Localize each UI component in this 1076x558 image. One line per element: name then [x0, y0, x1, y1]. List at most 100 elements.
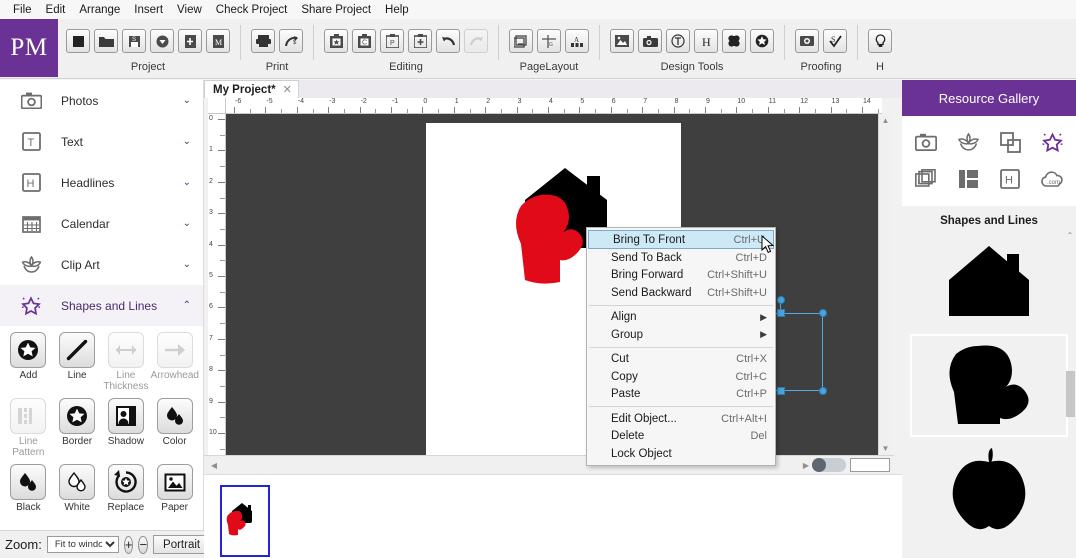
- orientation-button[interactable]: Portrait: [153, 535, 211, 554]
- chevron-down-icon[interactable]: ⌄: [183, 259, 191, 270]
- merge-page-button[interactable]: M: [206, 29, 230, 53]
- handle-bottom-right[interactable]: [819, 387, 827, 395]
- preview-button[interactable]: [795, 29, 819, 53]
- tool-white[interactable]: White: [53, 464, 102, 513]
- view-mode-toggle[interactable]: [812, 458, 846, 472]
- open-project-button[interactable]: [94, 29, 118, 53]
- gallery-scrollbar[interactable]: ⌃ ⌄: [1064, 231, 1076, 558]
- red-mitten-object[interactable]: [511, 192, 589, 288]
- menu-help[interactable]: Help: [378, 3, 416, 17]
- guides-button[interactable]: G: [537, 29, 561, 53]
- scroll-left-icon[interactable]: ◀: [208, 461, 220, 470]
- vertical-ruler[interactable]: 01234567891011: [208, 114, 226, 500]
- context-menu-item-cut[interactable]: Cut Ctrl+X: [587, 351, 775, 369]
- horizontal-ruler[interactable]: -6-5-4-3-2-10123456789101112131415: [226, 98, 882, 114]
- handle-top-right[interactable]: [819, 309, 827, 317]
- context-menu-item-bring-to-front[interactable]: Bring To Front Ctrl+U: [588, 230, 774, 249]
- sidebar-item-text[interactable]: T Text ⌄: [0, 121, 203, 162]
- redo-button[interactable]: [464, 29, 488, 53]
- tool-arrowhead[interactable]: Arrowhead: [150, 332, 199, 392]
- new-project-button[interactable]: [66, 29, 90, 53]
- chevron-down-icon[interactable]: ⌄: [183, 136, 191, 147]
- zoom-in-button[interactable]: +: [123, 535, 134, 554]
- print-shop-button[interactable]: $: [279, 29, 303, 53]
- handle-bottom-center[interactable]: [777, 387, 785, 395]
- photos-icon[interactable]: [913, 129, 939, 155]
- layers-button[interactable]: [509, 29, 533, 53]
- tool-black[interactable]: Black: [4, 464, 53, 513]
- menu-share-project[interactable]: Share Project: [294, 3, 378, 17]
- scroll-down-icon[interactable]: ▼: [879, 442, 892, 455]
- undo-button[interactable]: [436, 29, 460, 53]
- tab-my-project[interactable]: My Project* ✕: [204, 80, 299, 98]
- shapes-tool-button[interactable]: [750, 29, 774, 53]
- clipart-icon[interactable]: [955, 129, 981, 155]
- clipart-tool-button[interactable]: [722, 29, 746, 53]
- menu-view[interactable]: View: [170, 3, 209, 17]
- handle-top-center[interactable]: [777, 309, 785, 317]
- gallery-shape-list[interactable]: ⌃ ⌄: [902, 231, 1076, 558]
- columns-icon[interactable]: [955, 166, 981, 192]
- context-menu-item-lock-object[interactable]: Lock Object: [587, 445, 775, 463]
- rotation-handle[interactable]: [777, 296, 785, 304]
- insert-photo-button[interactable]: [610, 29, 634, 53]
- scroll-up-icon[interactable]: ▲: [879, 114, 892, 127]
- tool-paper[interactable]: Paper: [150, 464, 199, 513]
- context-menu-item-send-to-back[interactable]: Send To Back Ctrl+D: [587, 249, 775, 267]
- tool-add[interactable]: Add: [4, 332, 53, 392]
- text-tool-button[interactable]: [666, 29, 690, 53]
- shapes-icon[interactable]: [997, 129, 1023, 155]
- tool-border[interactable]: Border: [53, 398, 102, 458]
- lightbulb-icon[interactable]: [868, 29, 892, 53]
- print-button[interactable]: [251, 29, 275, 53]
- sidebar-item-clipart[interactable]: Clip Art ⌄: [0, 244, 203, 285]
- dotcom-icon[interactable]: .com: [1039, 166, 1065, 192]
- gallery-shape-house[interactable]: [902, 231, 1076, 334]
- chevron-down-icon[interactable]: ⌄: [183, 177, 191, 188]
- gallery-scroll-thumb[interactable]: [1066, 371, 1075, 417]
- paste-clipboard-button[interactable]: P: [380, 29, 404, 53]
- menu-file[interactable]: File: [6, 3, 39, 17]
- add-clipboard-button[interactable]: [408, 29, 432, 53]
- context-menu[interactable]: Bring To Front Ctrl+U Send To Back Ctrl+D Br…: [586, 227, 776, 466]
- paste-special-button[interactable]: [324, 29, 348, 53]
- menu-insert[interactable]: Insert: [127, 3, 170, 17]
- master-page-button[interactable]: A: [565, 29, 589, 53]
- copy-clipboard-button[interactable]: C: [352, 29, 376, 53]
- scrollbar-thumb[interactable]: [850, 458, 890, 472]
- sidebar-item-headlines[interactable]: H Headlines ⌄: [0, 162, 203, 203]
- save-as-button[interactable]: [150, 29, 174, 53]
- canvas-horizontal-scrollbar[interactable]: ◀ ▶: [204, 455, 894, 474]
- gallery-shape-mitten[interactable]: [910, 334, 1068, 437]
- spell-check-button[interactable]: S: [823, 29, 847, 53]
- sidebar-item-calendar[interactable]: Calendar ⌄: [0, 203, 203, 244]
- chevron-up-icon[interactable]: ⌃: [183, 300, 191, 311]
- sidebar-item-shapes-and-lines[interactable]: Shapes and Lines ⌃: [0, 285, 203, 326]
- add-page-button[interactable]: [178, 29, 202, 53]
- zoom-out-button[interactable]: −: [138, 535, 149, 554]
- context-menu-item-delete[interactable]: Delete Del: [587, 428, 775, 446]
- gallery-scroll-up-icon[interactable]: ⌃: [1064, 231, 1076, 240]
- context-menu-item-copy[interactable]: Copy Ctrl+C: [587, 368, 775, 386]
- close-icon[interactable]: ✕: [283, 83, 292, 96]
- star-icon[interactable]: [1039, 129, 1065, 155]
- headline-tool-button[interactable]: H: [694, 29, 718, 53]
- tool-replace[interactable]: Replace: [102, 464, 151, 513]
- tool-line-thickness[interactable]: Line Thickness: [102, 332, 151, 392]
- context-menu-item-bring-forward[interactable]: Bring Forward Ctrl+Shift+U: [587, 267, 775, 285]
- layouts-icon[interactable]: L: [913, 166, 939, 192]
- menu-check-project[interactable]: Check Project: [209, 3, 295, 17]
- tool-line-pattern[interactable]: Line Pattern: [4, 398, 53, 458]
- context-menu-item-paste[interactable]: Paste Ctrl+P: [587, 386, 775, 404]
- context-menu-item-edit-object[interactable]: Edit Object... Ctrl+Alt+I: [587, 410, 775, 428]
- chevron-down-icon[interactable]: ⌄: [183, 218, 191, 229]
- camera-button[interactable]: [638, 29, 662, 53]
- canvas-vertical-scrollbar[interactable]: ▲ ▼: [878, 114, 892, 455]
- headline-icon[interactable]: H: [997, 166, 1023, 192]
- context-menu-item-group[interactable]: Group ▶: [587, 326, 775, 344]
- menu-arrange[interactable]: Arrange: [72, 3, 127, 17]
- save-project-button[interactable]: S: [122, 29, 146, 53]
- tool-line[interactable]: Line: [53, 332, 102, 392]
- tool-color[interactable]: Color: [150, 398, 199, 458]
- scroll-right-icon[interactable]: ▶: [800, 461, 812, 470]
